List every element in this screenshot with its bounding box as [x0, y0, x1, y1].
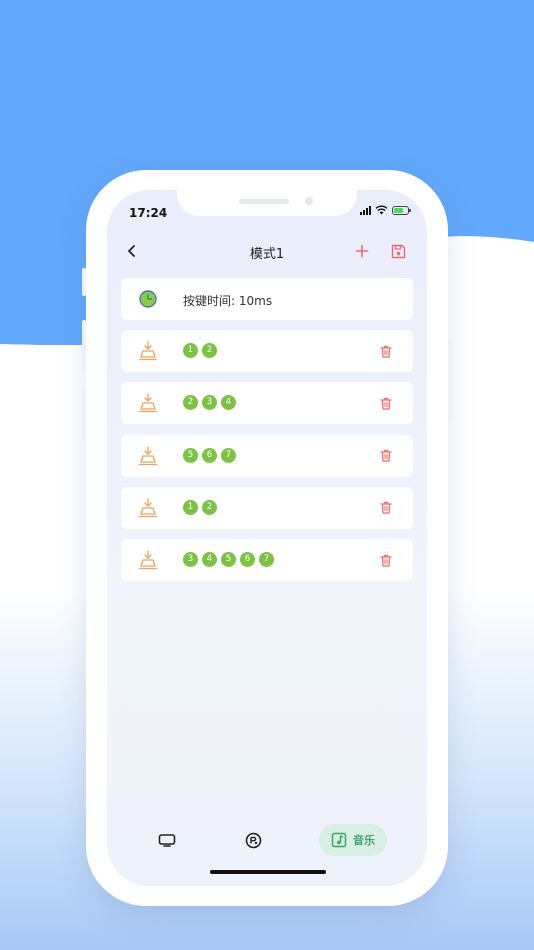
tab-music-label: 音乐 — [353, 834, 375, 847]
press-time-label: 按键时间: 10ms — [183, 294, 273, 308]
tab-game[interactable] — [239, 824, 267, 856]
delete-step-button[interactable] — [377, 447, 395, 465]
step-row[interactable]: 12 — [121, 330, 413, 372]
notch — [177, 190, 357, 216]
cellular-signal-icon — [360, 205, 371, 215]
key-badge: 4 — [221, 395, 236, 411]
key-badge: 5 — [183, 447, 198, 463]
key-badges: 234 — [183, 395, 236, 411]
gamepad-icon — [245, 832, 261, 848]
tab-bar: 音乐 — [107, 820, 427, 860]
press-time-card[interactable]: 按键时间: 10ms — [121, 278, 413, 320]
key-badge: 2 — [183, 395, 198, 411]
app-screen: 17:24 模式1 按键时间: 10ms 1 2 2 3 4 5 6 7 1 2… — [107, 190, 427, 886]
tab-tv[interactable] — [153, 824, 181, 856]
key-badges: 34567 — [183, 552, 274, 568]
key-badges: 12 — [183, 499, 217, 515]
key-press-icon — [138, 498, 158, 518]
tab-music[interactable]: 音乐 — [319, 824, 387, 856]
save-icon — [391, 244, 405, 258]
key-press-icon — [138, 445, 158, 465]
step-row[interactable]: 567 — [121, 434, 413, 477]
music-icon — [331, 832, 347, 848]
step-row[interactable]: 34567 — [121, 539, 413, 582]
add-step-button[interactable] — [351, 240, 373, 262]
delete-step-button[interactable] — [377, 394, 395, 412]
delete-step-button[interactable] — [377, 342, 395, 360]
battery-icon — [392, 205, 411, 215]
trash-icon — [380, 397, 392, 410]
key-press-icon — [138, 341, 158, 361]
key-badges: 12 — [183, 343, 217, 358]
key-badge: 6 — [202, 447, 217, 463]
nav-bar: 模式1 — [107, 236, 427, 266]
step-row[interactable]: 234 — [121, 382, 413, 425]
key-badge: 2 — [202, 343, 217, 358]
phone-frame: 17:24 模式1 按键时间: 10ms 1 2 2 3 4 5 6 7 1 2… — [82, 170, 452, 906]
delete-step-button[interactable] — [377, 551, 395, 569]
key-badge: 1 — [183, 343, 198, 358]
home-indicator — [210, 870, 326, 874]
status-time: 17:24 — [129, 206, 168, 220]
trash-icon — [380, 554, 392, 567]
tv-icon — [158, 834, 176, 847]
key-badge: 7 — [259, 552, 274, 568]
key-badge: 5 — [221, 552, 236, 568]
key-badge: 3 — [202, 395, 217, 411]
trash-icon — [380, 449, 392, 462]
plus-icon — [355, 244, 369, 258]
trash-icon — [380, 345, 392, 358]
trash-icon — [380, 502, 392, 515]
key-badges: 567 — [183, 447, 236, 463]
step-row[interactable]: 12 — [121, 486, 413, 529]
delete-step-button[interactable] — [377, 499, 395, 517]
clock-icon — [139, 290, 157, 308]
key-press-icon — [138, 550, 158, 570]
wifi-icon — [375, 205, 388, 215]
key-badge: 2 — [202, 499, 217, 515]
key-badge: 7 — [221, 447, 236, 463]
status-icons — [360, 205, 411, 215]
page-title: 模式1 — [249, 247, 285, 262]
key-badge: 1 — [183, 499, 198, 515]
save-button[interactable] — [387, 240, 409, 262]
key-badge: 6 — [240, 552, 255, 568]
key-badge: 4 — [202, 552, 217, 568]
key-press-icon — [138, 393, 158, 413]
key-badge: 3 — [183, 552, 198, 568]
